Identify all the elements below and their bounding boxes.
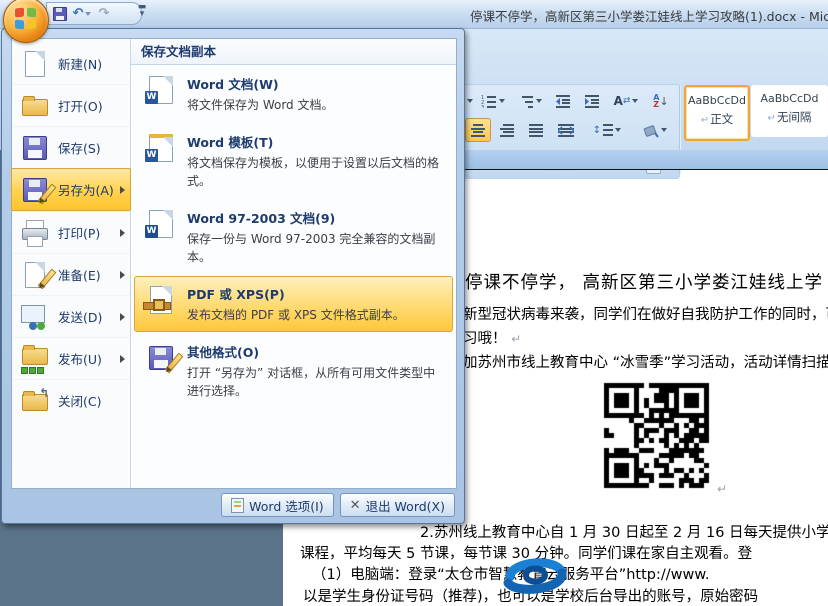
other-formats-icon — [145, 342, 177, 374]
align-right-button[interactable] — [494, 118, 520, 142]
word-template-icon: W — [145, 132, 177, 164]
title-bar: ↶ ↷ ▬▾ 停课不停学，高新区第三小学娄江娃线上学习攻略(1).docx - … — [0, 0, 828, 29]
open-folder-icon — [20, 91, 50, 121]
menu-item-publish[interactable]: 发布(U) — [12, 337, 130, 379]
document-line: 新型冠状病毒来袭，同学们在做好自我防护工作的同时，可以 — [463, 303, 828, 324]
submenu-header: 保存文档副本 — [131, 39, 456, 65]
word-application-window: 停课不停学， 高新区第三小学娄江娃线上学 新型冠状病毒来袭，同学们在做好自我防护… — [0, 0, 828, 606]
word-97-2003-icon: W — [145, 208, 177, 240]
paragraph-mark-icon: ↵ — [717, 482, 727, 496]
asian-layout-button[interactable]: A⇄ — [608, 89, 644, 113]
save-icon — [20, 133, 50, 163]
undo-icon[interactable]: ↶ — [73, 6, 91, 22]
menu-item-close[interactable]: ↰ 关闭(C) — [12, 379, 130, 421]
document-line: 习哦！ ↵ — [463, 327, 521, 348]
shading-button[interactable] — [636, 118, 674, 142]
svg-text:3: 3 — [481, 105, 484, 108]
menu-item-print[interactable]: 打印(P) — [12, 211, 130, 253]
redo-icon[interactable]: ↷ — [95, 6, 113, 22]
exit-word-button[interactable]: ✕ 退出 Word(X) — [340, 493, 455, 517]
chevron-down-icon — [661, 128, 667, 132]
close-icon: ↰ — [20, 386, 50, 416]
menu-item-save-as[interactable]: 另存为(A) — [11, 168, 131, 211]
word-options-icon — [231, 498, 244, 513]
word-options-button[interactable]: Word 选项(I) — [221, 493, 334, 517]
swirl-logo-watermark — [496, 547, 572, 601]
chevron-down-icon — [536, 99, 542, 103]
exit-icon: ✕ — [350, 498, 361, 513]
align-center-button[interactable] — [465, 118, 491, 142]
save-as-icon — [20, 175, 50, 205]
submenu-arrow-icon — [120, 271, 125, 279]
submenu-arrow-icon — [120, 313, 125, 321]
submenu-arrow-icon — [120, 355, 125, 363]
chevron-down-icon — [632, 99, 638, 103]
save-as-submenu: 保存文档副本 W Word 文档(W)将文件保存为 Word 文档。 W Wor… — [131, 39, 456, 488]
submenu-item-pdf-xps[interactable]: PDF 或 XPS(P)发布文档的 PDF 或 XPS 文件格式副本。 — [134, 276, 453, 332]
send-icon — [20, 302, 50, 332]
submenu-arrow-icon — [120, 186, 125, 194]
menu-item-save[interactable]: 保存(S) — [12, 126, 130, 168]
ribbon-bottom-band — [455, 150, 828, 170]
office-logo-icon — [15, 8, 36, 29]
line-spacing-button[interactable]: ↕ — [589, 118, 625, 142]
pdf-xps-icon — [145, 284, 177, 316]
office-menu-left-pane: 新建(N) 打开(O) 保存(S) 另存为(A) 打印(P) — [12, 39, 131, 488]
submenu-item-word-document[interactable]: W Word 文档(W)将文件保存为 Word 文档。 — [134, 66, 453, 122]
style-name: ↵正文 — [686, 111, 748, 127]
menu-item-send[interactable]: 发送(D) — [12, 295, 130, 337]
document-line: 2.苏州线上教育中心自 1 月 30 日起至 2 月 16 日每天提供小学一至 — [420, 521, 828, 542]
customize-quick-access-icon[interactable]: ▬▾ — [134, 4, 150, 20]
document-line: 加苏州市线上教育中心 “冰雪季”学习活动，活动详情扫描二 — [463, 351, 828, 372]
style-sample: AaBbCcDd — [686, 94, 748, 107]
multilevel-list-button[interactable] — [513, 89, 547, 113]
style-name: ↵无间隔 — [751, 109, 828, 125]
print-icon — [20, 218, 50, 248]
document-heading: 停课不停学， 高新区第三小学娄江娃线上学 — [465, 269, 823, 294]
justify-button[interactable] — [523, 118, 549, 142]
submenu-item-word-template[interactable]: W Word 模板(T)将文档保存为模板，以便用于设置以后文档的格式。 — [134, 124, 453, 198]
prepare-icon — [20, 260, 50, 290]
sort-button[interactable]: AZ ↓ — [647, 89, 675, 113]
submenu-item-other-formats[interactable]: 其他格式(O)打开 “另存为” 对话框，从所有可用文件类型中进行选择。 — [134, 334, 453, 408]
chevron-down-icon — [499, 99, 505, 103]
qr-code-image — [601, 380, 713, 492]
menu-item-open[interactable]: 打开(O) — [12, 84, 130, 126]
publish-icon — [20, 344, 50, 374]
quick-access-toolbar: ↶ ↷ — [46, 2, 142, 25]
chevron-down-icon — [615, 128, 621, 132]
menu-item-new[interactable]: 新建(N) — [12, 43, 130, 84]
decrease-indent-button[interactable] — [550, 89, 576, 113]
submenu-arrow-icon — [120, 229, 125, 237]
style-card-normal[interactable]: AaBbCcDd ↵正文 — [684, 85, 750, 141]
chevron-down-icon[interactable] — [467, 99, 473, 103]
office-menu-footer: Word 选项(I) ✕ 退出 Word(X) — [221, 493, 455, 517]
new-document-icon — [20, 49, 50, 79]
window-title: 停课不停学，高新区第三小学娄江娃线上学习攻略(1).docx - Micr — [470, 6, 828, 24]
numbered-list-button[interactable]: 123 — [476, 89, 510, 113]
paragraph-mark-icon: ↵ — [511, 332, 521, 346]
save-icon[interactable] — [51, 6, 69, 22]
style-sample: AaBbCcDd — [751, 92, 828, 105]
office-menu: 新建(N) 打开(O) 保存(S) 另存为(A) 打印(P) — [1, 28, 465, 524]
style-card-no-spacing[interactable]: AaBbCcDd ↵无间隔 — [751, 85, 828, 137]
increase-indent-button[interactable] — [579, 89, 605, 113]
submenu-item-word-97-2003[interactable]: W Word 97-2003 文档(9)保存一份与 Word 97-2003 完… — [134, 200, 453, 274]
menu-item-prepare[interactable]: 准备(E) — [12, 253, 130, 295]
word-document-icon: W — [145, 74, 177, 106]
distribute-button[interactable] — [552, 118, 580, 142]
